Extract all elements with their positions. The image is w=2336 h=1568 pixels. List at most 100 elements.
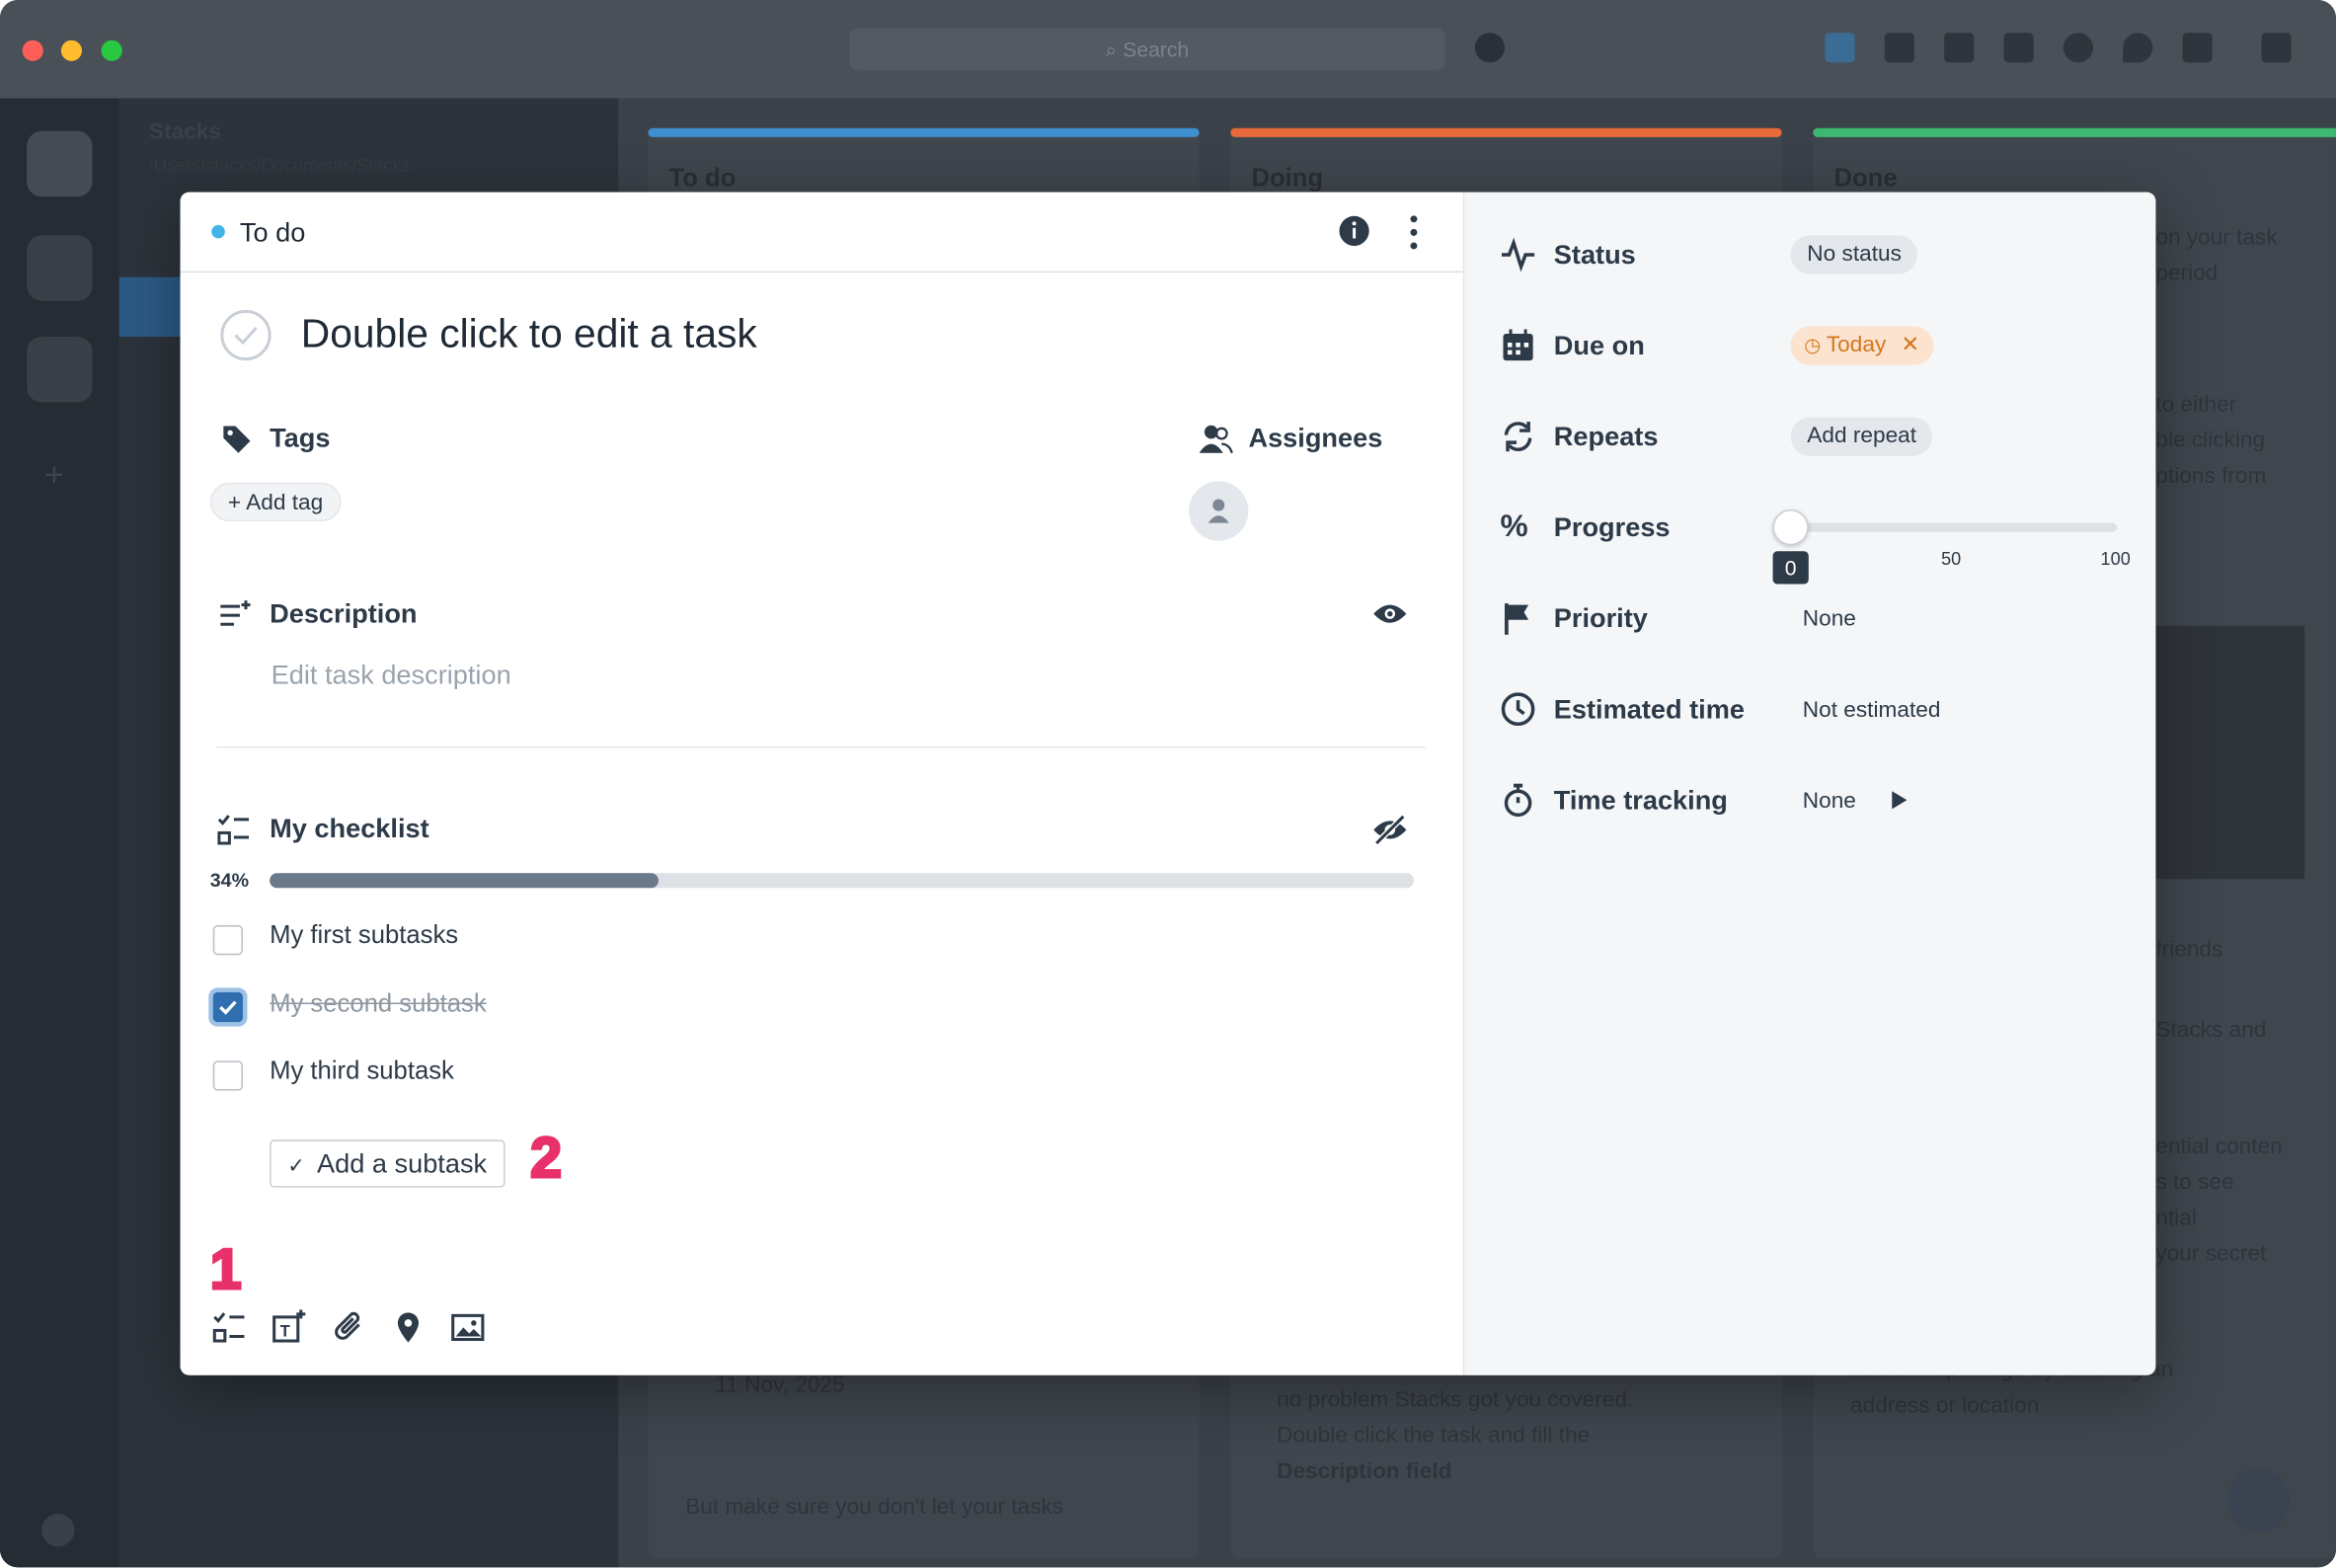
card-text: Description field [1277, 1458, 1452, 1484]
flag-icon [1504, 603, 1529, 635]
column-color-bar [648, 127, 1200, 137]
tag-icon [223, 426, 251, 453]
card-text: s to see [2155, 1169, 2234, 1196]
tags-label: Tags [270, 423, 331, 453]
repeat-icon [1504, 422, 1532, 452]
text-block-icon[interactable]: T [272, 1309, 307, 1345]
priority-value[interactable]: None [1803, 606, 1856, 632]
info-icon[interactable] [1338, 214, 1370, 247]
filter-button[interactable] [2226, 1468, 2291, 1532]
due-date-picker[interactable]: ◷ Today ✕ [1790, 326, 1933, 365]
sidebar-title: Stacks [148, 118, 221, 145]
notification-icon[interactable] [1474, 33, 1505, 63]
preview-eye-icon[interactable] [1372, 600, 1408, 627]
zoom-window-button[interactable] [101, 39, 122, 61]
board-view-icon[interactable] [1825, 33, 1855, 63]
minimize-window-button[interactable] [60, 39, 82, 61]
add-repeat-button[interactable]: Add repeat [1790, 417, 1933, 456]
progress-slider-track[interactable] [1790, 522, 2118, 532]
complete-task-checkbox[interactable] [219, 308, 273, 361]
add-subtask-button[interactable]: ✓ Add a subtask [270, 1139, 506, 1188]
stack-icon[interactable] [27, 337, 93, 403]
calendar-icon [1503, 329, 1533, 361]
subtask-checkbox[interactable] [212, 925, 243, 956]
close-window-button[interactable] [22, 39, 43, 61]
play-icon[interactable] [1891, 790, 1908, 811]
card-text: ptions from [2155, 463, 2267, 489]
assignees-icon [1199, 425, 1233, 454]
card-text: ble clicking [2155, 428, 2266, 453]
checklist-title[interactable]: My checklist [270, 814, 429, 845]
due-label: Due on [1553, 330, 1645, 361]
search-input[interactable]: ⌕ Search [849, 28, 1445, 70]
subtask-checkbox[interactable] [212, 1060, 243, 1091]
progress-slider-thumb[interactable] [1772, 510, 1809, 546]
location-icon[interactable] [390, 1309, 426, 1345]
table-view-icon[interactable] [2003, 33, 2034, 63]
status-picker[interactable]: No status [1790, 235, 1918, 274]
card-text: friends [2155, 937, 2223, 963]
progress-tick-100: 100 [2100, 548, 2131, 570]
stopwatch-icon [1504, 783, 1532, 818]
clock-icon [1501, 692, 1535, 727]
user-icon [1207, 499, 1229, 523]
attachment-icon[interactable] [331, 1309, 366, 1345]
column-title: To do [668, 163, 737, 193]
clear-due-icon[interactable]: ✕ [1901, 332, 1919, 357]
add-tag-button[interactable]: + Add tag [209, 482, 342, 522]
settings-icon[interactable] [41, 1514, 75, 1547]
time-tracking-value: None [1802, 788, 1856, 814]
inspector-toggle-icon[interactable] [2261, 33, 2292, 63]
checklist-progress-fill [270, 873, 660, 889]
add-assignee-avatar[interactable] [1189, 481, 1249, 541]
map-view-icon[interactable] [2123, 33, 2153, 63]
status-icon [1501, 237, 1535, 273]
calendar-view-icon[interactable] [1944, 33, 1975, 63]
list-view-icon[interactable] [1884, 33, 1914, 63]
task-header: To do [180, 193, 1463, 274]
estimated-time-value[interactable]: Not estimated [1803, 697, 1941, 723]
column-title: Doing [1251, 163, 1324, 193]
time-tracking-label: Time tracking [1553, 785, 1728, 816]
card-text: ential conten [2155, 1134, 2283, 1159]
card-text: Stacks and [2155, 1017, 2267, 1044]
subtask-checkbox-checked[interactable] [212, 991, 243, 1023]
column-title: Done [1833, 163, 1898, 193]
annotation-marker-1: 1 [208, 1238, 243, 1303]
search-icon: ⌕ [1105, 37, 1124, 61]
check-icon [219, 1000, 237, 1015]
card-text: your secret [2155, 1240, 2267, 1267]
subtask-label[interactable]: My first subtasks [270, 921, 458, 951]
plus-icon: + [227, 490, 247, 516]
description-field[interactable]: Edit task description [272, 660, 511, 691]
card-text: no problem Stacks got you covered. [1277, 1386, 1634, 1413]
card-text: Double click the task and fill the [1277, 1422, 1591, 1449]
card-text: ntial [2155, 1205, 2197, 1231]
image-icon[interactable] [450, 1309, 486, 1345]
timeline-view-icon[interactable] [2063, 33, 2094, 63]
svg-text:T: T [280, 1321, 290, 1340]
annotation-marker-2: 2 [529, 1127, 564, 1192]
description-label: Description [270, 598, 418, 629]
checklist-icon[interactable] [211, 1309, 247, 1345]
add-stack-icon[interactable]: + [44, 456, 63, 495]
hide-completed-icon[interactable] [1372, 814, 1408, 846]
more-options-icon[interactable] [1397, 213, 1430, 252]
priority-label: Priority [1553, 603, 1648, 634]
checklist-icon [217, 815, 249, 845]
description-icon [220, 600, 251, 626]
check-icon: ✓ [287, 1152, 305, 1178]
task-title[interactable]: Double click to edit a task [301, 311, 757, 357]
archive-icon[interactable] [2182, 33, 2213, 63]
task-main-panel: To do Double click to edit a task Tags +… [180, 192, 1463, 1375]
stack-icon[interactable] [27, 235, 93, 301]
subtask-label-completed[interactable]: My second subtask [270, 989, 487, 1019]
checklist-progress-label: 34% [209, 868, 250, 892]
percent-icon: % [1500, 510, 1528, 544]
checklist-progress-track [270, 873, 1414, 889]
column-name: To do [239, 217, 306, 248]
progress-tick-50: 50 [1941, 548, 1962, 570]
stack-icon[interactable] [27, 130, 93, 197]
assignees-label: Assignees [1248, 423, 1383, 453]
subtask-label[interactable]: My third subtask [270, 1057, 454, 1086]
